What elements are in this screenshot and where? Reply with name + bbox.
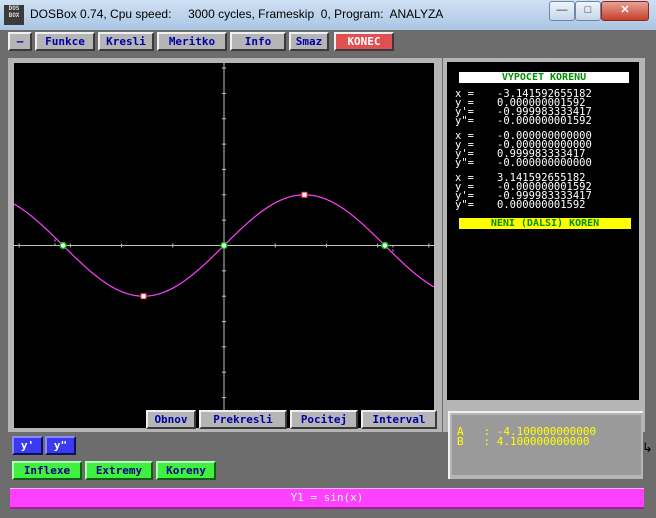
menu-info[interactable]: Info	[230, 32, 286, 51]
extremum-point	[140, 293, 147, 300]
root-point	[59, 241, 67, 250]
menu-konec[interactable]: KONEC	[334, 32, 394, 51]
label-y2: y"=	[455, 199, 474, 211]
prekresli-button[interactable]: Prekresli	[199, 410, 287, 429]
menu-smaz[interactable]: Smaz	[289, 32, 329, 51]
root1-y2-line: y"= -0.000000001592	[455, 115, 635, 127]
root3-y2: 0.000000001592	[497, 199, 586, 211]
root-point	[381, 241, 389, 250]
dos-screen: – Funkce Kresli Meritko Info Smaz KONEC …	[0, 30, 656, 518]
first-derivative-button[interactable]: y'	[12, 436, 43, 455]
interval-b-label: B :	[457, 435, 491, 448]
window-titlebar[interactable]: DOS BOX DOSBox 0.74, Cpu speed: 3000 cycl…	[0, 0, 656, 31]
dosbox-app-icon[interactable]: DOS BOX	[4, 5, 24, 25]
interval-b-line: B : 4.100000000000	[457, 435, 590, 448]
interval-panel: A : -4.100000000000 B : 4.100000000000	[452, 415, 641, 475]
interval-frame: A : -4.100000000000 B : 4.100000000000	[448, 411, 643, 479]
function-plot	[14, 63, 434, 428]
extremy-button[interactable]: Extremy	[85, 461, 153, 480]
window-title: DOSBox 0.74, Cpu speed: 3000 cycles, Fra…	[30, 7, 444, 21]
inflexe-button[interactable]: Inflexe	[12, 461, 82, 480]
resize-arrow-icon[interactable]: ↳	[642, 440, 653, 456]
status-function: Y1 = sin(x)	[290, 491, 364, 504]
result-panel: VYPOCET KORENU x = -3.141592655182 y = 0.0…	[447, 62, 639, 400]
result-frame: VYPOCET KORENU x = -3.141592655182 y = 0.0…	[443, 58, 645, 432]
koreny-button[interactable]: Koreny	[156, 461, 216, 480]
graph-frame	[8, 58, 442, 432]
menu-kresli[interactable]: Kresli	[98, 32, 154, 51]
menu-dash[interactable]: –	[8, 32, 32, 51]
label-y2: y"=	[455, 115, 474, 127]
second-derivative-button[interactable]: y"	[45, 436, 76, 455]
interval-button[interactable]: Interval	[361, 410, 437, 429]
graph-area[interactable]	[14, 63, 434, 428]
label-y2: y"=	[455, 157, 474, 169]
root-point	[220, 241, 228, 250]
extremum-point	[301, 191, 308, 198]
result-title: VYPOCET KORENU	[459, 72, 629, 83]
root2-y2: -0.000000000000	[497, 157, 592, 169]
maximize-button[interactable]: □	[575, 1, 601, 21]
minimize-button[interactable]: —	[549, 1, 575, 21]
obnov-button[interactable]: Obnov	[146, 410, 196, 429]
root3-y2-line: y"= 0.000000001592	[455, 199, 635, 211]
pocitej-button[interactable]: Pocitej	[290, 410, 358, 429]
status-bar: Y1 = sin(x)	[10, 488, 644, 509]
root1-y2: -0.000000001592	[497, 115, 592, 127]
menu-funkce[interactable]: Funkce	[35, 32, 95, 51]
close-button[interactable]: ✕	[601, 1, 649, 21]
interval-b-value: 4.100000000000	[496, 435, 590, 448]
menu-meritko[interactable]: Meritko	[157, 32, 227, 51]
root-status-message: NENI (DALSI) KOREN	[459, 218, 631, 229]
root2-y2-line: y"= -0.000000000000	[455, 157, 635, 169]
